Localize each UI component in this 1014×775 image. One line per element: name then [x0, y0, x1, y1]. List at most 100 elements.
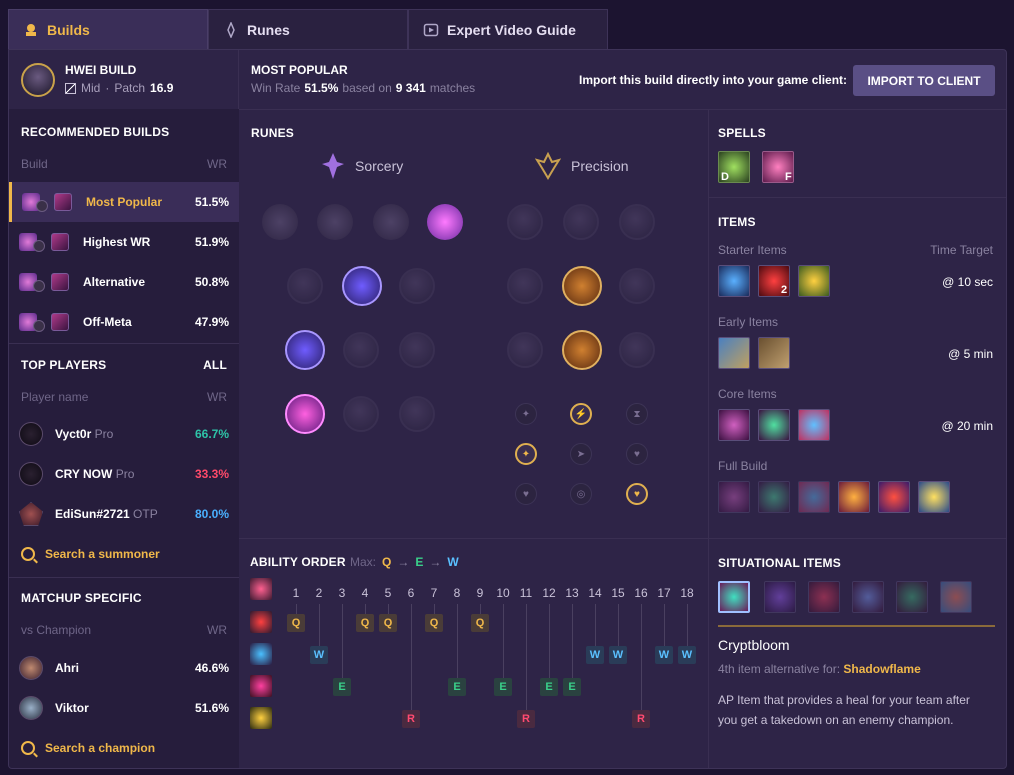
tab-video-guide[interactable]: Expert Video Guide	[408, 9, 608, 49]
matchup-row[interactable]: Viktor 51.6%	[19, 693, 229, 723]
level-number: 16	[634, 586, 648, 600]
rune[interactable]	[399, 332, 435, 368]
tab-video-guide-label: Expert Video Guide	[447, 21, 576, 38]
build-wr: 51.9%	[194, 235, 229, 249]
level-number: 8	[453, 586, 461, 600]
col-vs-champion: vs Champion	[21, 623, 92, 637]
full-item-3-icon[interactable]	[798, 481, 830, 513]
top-players-title: TOP PLAYERS	[21, 358, 107, 372]
import-to-client-button[interactable]: IMPORT TO CLIENT	[853, 65, 995, 96]
rune-selected[interactable]	[562, 330, 602, 370]
full-item-1-icon[interactable]	[718, 481, 750, 513]
build-wr: 50.8%	[194, 275, 229, 289]
rune-selected[interactable]	[285, 330, 325, 370]
search-summoner-link[interactable]: Search a summoner	[21, 547, 160, 561]
col-wr: WR	[207, 157, 227, 171]
skill-point-q: Q	[287, 614, 305, 632]
skill-point-e: E	[448, 678, 466, 696]
rune[interactable]	[399, 396, 435, 432]
boots-icon[interactable]	[758, 337, 790, 369]
build-row-most-popular[interactable]: Most Popular 51.5%	[9, 182, 239, 222]
build-row-alternative[interactable]: Alternative 50.8%	[9, 262, 239, 302]
rune[interactable]	[619, 268, 655, 304]
col-matchup-wr: WR	[207, 623, 227, 637]
build-row-highest-wr[interactable]: Highest WR 51.9%	[9, 222, 239, 262]
rune[interactable]	[507, 332, 543, 368]
e-ability-icon	[250, 675, 272, 697]
skill-point-q: Q	[379, 614, 397, 632]
player-tag: Pro	[94, 427, 114, 441]
keystone-rune-selected[interactable]	[427, 204, 463, 240]
keystone-rune[interactable]	[262, 204, 298, 240]
shard-health-scaling[interactable]: ♥	[626, 443, 648, 465]
rune[interactable]	[343, 396, 379, 432]
player-avatar	[19, 502, 43, 526]
full-item-5-icon[interactable]	[878, 481, 910, 513]
popular-title: MOST POPULAR	[251, 63, 348, 77]
arrow-icon: →	[397, 555, 410, 569]
keystone-rune[interactable]	[373, 204, 409, 240]
full-item-6-icon[interactable]	[918, 481, 950, 513]
situational-item-3-icon[interactable]	[808, 581, 840, 613]
matchup-wr: 46.6%	[194, 661, 229, 675]
shard-tenacity[interactable]: ◎	[570, 483, 592, 505]
player-avatar	[19, 422, 43, 446]
core-item-1-icon[interactable]	[718, 409, 750, 441]
skill-point-e: E	[333, 678, 351, 696]
shard-health-selected[interactable]: ♥	[626, 483, 648, 505]
search-champion-link[interactable]: Search a champion	[21, 741, 155, 755]
shard-ability-haste[interactable]: ⧗	[626, 403, 648, 425]
level-guide-line	[549, 604, 550, 678]
ward-icon[interactable]	[798, 265, 830, 297]
rune[interactable]	[399, 268, 435, 304]
skill-point-r: R	[517, 710, 535, 728]
rune[interactable]	[287, 268, 323, 304]
core-item-3-icon[interactable]	[798, 409, 830, 441]
rune[interactable]	[343, 332, 379, 368]
rune[interactable]	[507, 268, 543, 304]
rune[interactable]	[619, 204, 655, 240]
tome-icon[interactable]	[718, 337, 750, 369]
skill-point-e: E	[563, 678, 581, 696]
player-row[interactable]: EdiSun#2721 OTP 80.0%	[19, 499, 229, 529]
dark-seal-icon[interactable]	[718, 265, 750, 297]
section-divider	[239, 538, 708, 539]
matchup-row[interactable]: Ahri 46.6%	[19, 653, 229, 683]
shard-move-speed[interactable]: ➤	[570, 443, 592, 465]
rune-selected[interactable]	[342, 266, 382, 306]
build-row-off-meta[interactable]: Off-Meta 47.9%	[9, 302, 239, 342]
level-number: 2	[315, 586, 323, 600]
tab-runes[interactable]: Runes	[208, 9, 408, 49]
level-guide-line	[687, 604, 688, 646]
situational-item-2-icon[interactable]	[764, 581, 796, 613]
winrate-line: Win Rate 51.5% based on 9 341 matches	[251, 81, 475, 95]
rune[interactable]	[619, 332, 655, 368]
build-label: Highest WR	[83, 235, 151, 249]
level-number: 9	[476, 586, 484, 600]
rune[interactable]	[507, 204, 543, 240]
build-wr: 47.9%	[194, 315, 229, 329]
tab-builds[interactable]: Builds	[8, 9, 208, 49]
level-number: 15	[611, 586, 625, 600]
situational-item-6-icon[interactable]	[940, 581, 972, 613]
shard-adaptive-selected[interactable]: ✦	[515, 443, 537, 465]
keystone-rune[interactable]	[317, 204, 353, 240]
situational-item-4-icon[interactable]	[852, 581, 884, 613]
shard-adaptive[interactable]: ✦	[515, 403, 537, 425]
shard-health[interactable]: ♥	[515, 483, 537, 505]
full-item-2-icon[interactable]	[758, 481, 790, 513]
rune-selected[interactable]	[285, 394, 325, 434]
level-guide-line	[411, 604, 412, 710]
core-item-2-icon[interactable]	[758, 409, 790, 441]
max-w: W	[447, 555, 459, 569]
cryptbloom-icon[interactable]	[718, 581, 750, 613]
top-players-all-link[interactable]: ALL	[203, 358, 227, 372]
rune-selected[interactable]	[562, 266, 602, 306]
player-row[interactable]: Vyct0r Pro 66.7%	[19, 419, 229, 449]
player-row[interactable]: CRY NOW Pro 33.3%	[19, 459, 229, 489]
full-item-4-icon[interactable]	[838, 481, 870, 513]
shard-attack-speed-selected[interactable]: ⚡	[570, 403, 592, 425]
early-items-label: Early Items	[718, 315, 779, 329]
rune[interactable]	[563, 204, 599, 240]
situational-item-5-icon[interactable]	[896, 581, 928, 613]
